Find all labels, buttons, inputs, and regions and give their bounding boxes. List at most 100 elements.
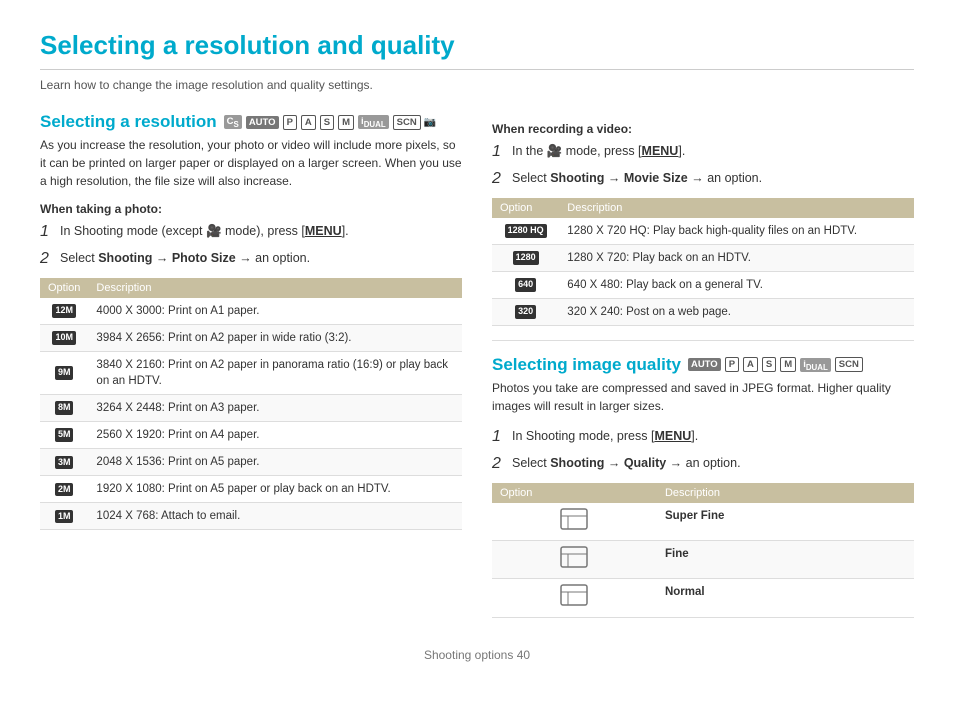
photo-step-1: 1 In Shooting mode (except 🎥 mode), pres…: [40, 222, 462, 243]
step-text-2: Select Shooting → Photo Size → an option…: [60, 249, 310, 268]
quality-table-col1: Option: [492, 483, 657, 503]
option-icon: [492, 579, 657, 617]
left-column: Selecting a resolution CS AUTO P A S M i…: [40, 112, 462, 628]
mode-m: M: [338, 115, 354, 130]
video-step-num-1: 1: [492, 142, 506, 163]
quality-table-col2: Description: [657, 483, 914, 503]
photo-step-2: 2 Select Shooting → Photo Size → an opti…: [40, 249, 462, 270]
quality-step-num-2: 2: [492, 454, 506, 475]
resolution-title-text: Selecting a resolution: [40, 112, 217, 132]
quality-mode-dual: iDUAL: [800, 358, 831, 373]
option-desc: 1024 X 768: Attach to email.: [88, 503, 462, 530]
mode-auto: AUTO: [246, 116, 279, 129]
mode-icons-resolution: CS AUTO P A S M iDUAL SCN 📷: [223, 115, 437, 130]
mode-p: P: [283, 115, 297, 130]
video-step-text-2: Select Shooting → Movie Size → an option…: [512, 169, 762, 188]
mode-extra-icon: 📷: [424, 117, 436, 128]
option-desc: Fine: [657, 540, 914, 578]
quality-icon-svg: [560, 508, 588, 530]
option-icon: 640: [492, 271, 559, 298]
quality-step-1: 1 In Shooting mode, press [MENU].: [492, 427, 914, 448]
option-desc: 1280 X 720 HQ: Play back high-quality fi…: [559, 218, 914, 245]
page-container: Selecting a resolution and quality Learn…: [40, 30, 914, 662]
page-subtitle: Learn how to change the image resolution…: [40, 78, 914, 92]
table-row: Super Fine: [492, 503, 914, 541]
option-desc: 1920 X 1080: Print on A5 paper or play b…: [88, 476, 462, 503]
option-icon: 10M: [40, 324, 88, 351]
video-heading: When recording a video:: [492, 122, 914, 136]
option-desc: 3264 X 2448: Print on A3 paper.: [88, 394, 462, 421]
quality-step-text-2: Select Shooting → Quality → an option.: [512, 454, 741, 473]
video-step-num-2: 2: [492, 169, 506, 190]
photo-table-col1: Option: [40, 278, 88, 298]
right-column: When recording a video: 1 In the 🎥 mode,…: [492, 112, 914, 628]
option-icon: 3M: [40, 449, 88, 476]
video-size-table: Option Description 1280 HQ 1280 X 720 HQ…: [492, 198, 914, 326]
option-icon: 2M: [40, 476, 88, 503]
page-footer: Shooting options 40: [40, 648, 914, 662]
resolution-description: As you increase the resolution, your pho…: [40, 136, 462, 190]
option-icon: 320: [492, 298, 559, 325]
video-mode-icon: 🎥: [206, 224, 222, 238]
quality-step-2: 2 Select Shooting → Quality → an option.: [492, 454, 914, 475]
mode-a: A: [301, 115, 316, 130]
table-row: 1280 1280 X 720: Play back on an HDTV.: [492, 244, 914, 271]
mode-s: S: [320, 115, 334, 130]
quality-table: Option Description Super Fine: [492, 483, 914, 618]
table-row: 9M 3840 X 2160: Print on A2 paper in pan…: [40, 351, 462, 394]
option-icon: [492, 503, 657, 541]
table-row: 320 320 X 240: Post on a web page.: [492, 298, 914, 325]
option-icon: 8M: [40, 394, 88, 421]
table-row: 10M 3984 X 2656: Print on A2 paper in wi…: [40, 324, 462, 351]
video-table-col2: Description: [559, 198, 914, 218]
option-desc: 1280 X 720: Play back on an HDTV.: [559, 244, 914, 271]
option-icon: 1M: [40, 503, 88, 530]
option-icon: 1280: [492, 244, 559, 271]
option-desc: 3984 X 2656: Print on A2 paper in wide r…: [88, 324, 462, 351]
quality-step-text-1: In Shooting mode, press [MENU].: [512, 427, 698, 446]
step-num-1: 1: [40, 222, 54, 243]
table-row: 1M 1024 X 768: Attach to email.: [40, 503, 462, 530]
photo-size-table: Option Description 12M 4000 X 3000: Prin…: [40, 278, 462, 531]
mode-dual: iDUAL: [358, 115, 389, 130]
quality-mode-s: S: [762, 357, 776, 372]
step-text-1: In Shooting mode (except 🎥 mode), press …: [60, 222, 349, 241]
mode-icons-quality: AUTO P A S M iDUAL SCN: [687, 357, 864, 372]
quality-mode-scn: SCN: [835, 357, 863, 372]
table-row: 5M 2560 X 1920: Print on A4 paper.: [40, 422, 462, 449]
option-desc: Normal: [657, 579, 914, 617]
mode-cs: CS: [224, 115, 242, 130]
option-desc: 2560 X 1920: Print on A4 paper.: [88, 422, 462, 449]
option-desc: 320 X 240: Post on a web page.: [559, 298, 914, 325]
section-divider: [492, 340, 914, 341]
photo-heading: When taking a photo:: [40, 202, 462, 216]
menu-key-video-1: MENU: [642, 144, 679, 158]
table-row: 12M 4000 X 3000: Print on A1 paper.: [40, 298, 462, 325]
quality-title-text: Selecting image quality: [492, 355, 681, 375]
option-icon: 9M: [40, 351, 88, 394]
option-desc: 2048 X 1536: Print on A5 paper.: [88, 449, 462, 476]
table-row: 1280 HQ 1280 X 720 HQ: Play back high-qu…: [492, 218, 914, 245]
table-row: 3M 2048 X 1536: Print on A5 paper.: [40, 449, 462, 476]
step-num-2: 2: [40, 249, 54, 270]
option-desc: 3840 X 2160: Print on A2 paper in panora…: [88, 351, 462, 394]
quality-icon-svg: [560, 584, 588, 606]
video-step-2: 2 Select Shooting → Movie Size → an opti…: [492, 169, 914, 190]
option-desc: 640 X 480: Play back on a general TV.: [559, 271, 914, 298]
video-mode-icon-2: 🎥: [547, 144, 563, 158]
quality-mode-p: P: [725, 357, 739, 372]
video-step-text-1: In the 🎥 mode, press [MENU].: [512, 142, 685, 161]
quality-icon-svg: [560, 546, 588, 568]
video-table-col1: Option: [492, 198, 559, 218]
table-row: 640 640 X 480: Play back on a general TV…: [492, 271, 914, 298]
quality-mode-a: A: [743, 357, 758, 372]
quality-description: Photos you take are compressed and saved…: [492, 379, 914, 415]
page-title: Selecting a resolution and quality: [40, 30, 914, 70]
option-icon: [492, 540, 657, 578]
option-icon: 5M: [40, 422, 88, 449]
quality-section-title: Selecting image quality AUTO P A S M iDU…: [492, 355, 914, 375]
table-row: 2M 1920 X 1080: Print on A5 paper or pla…: [40, 476, 462, 503]
option-desc: Super Fine: [657, 503, 914, 541]
quality-mode-m: M: [780, 357, 796, 372]
two-column-layout: Selecting a resolution CS AUTO P A S M i…: [40, 112, 914, 628]
